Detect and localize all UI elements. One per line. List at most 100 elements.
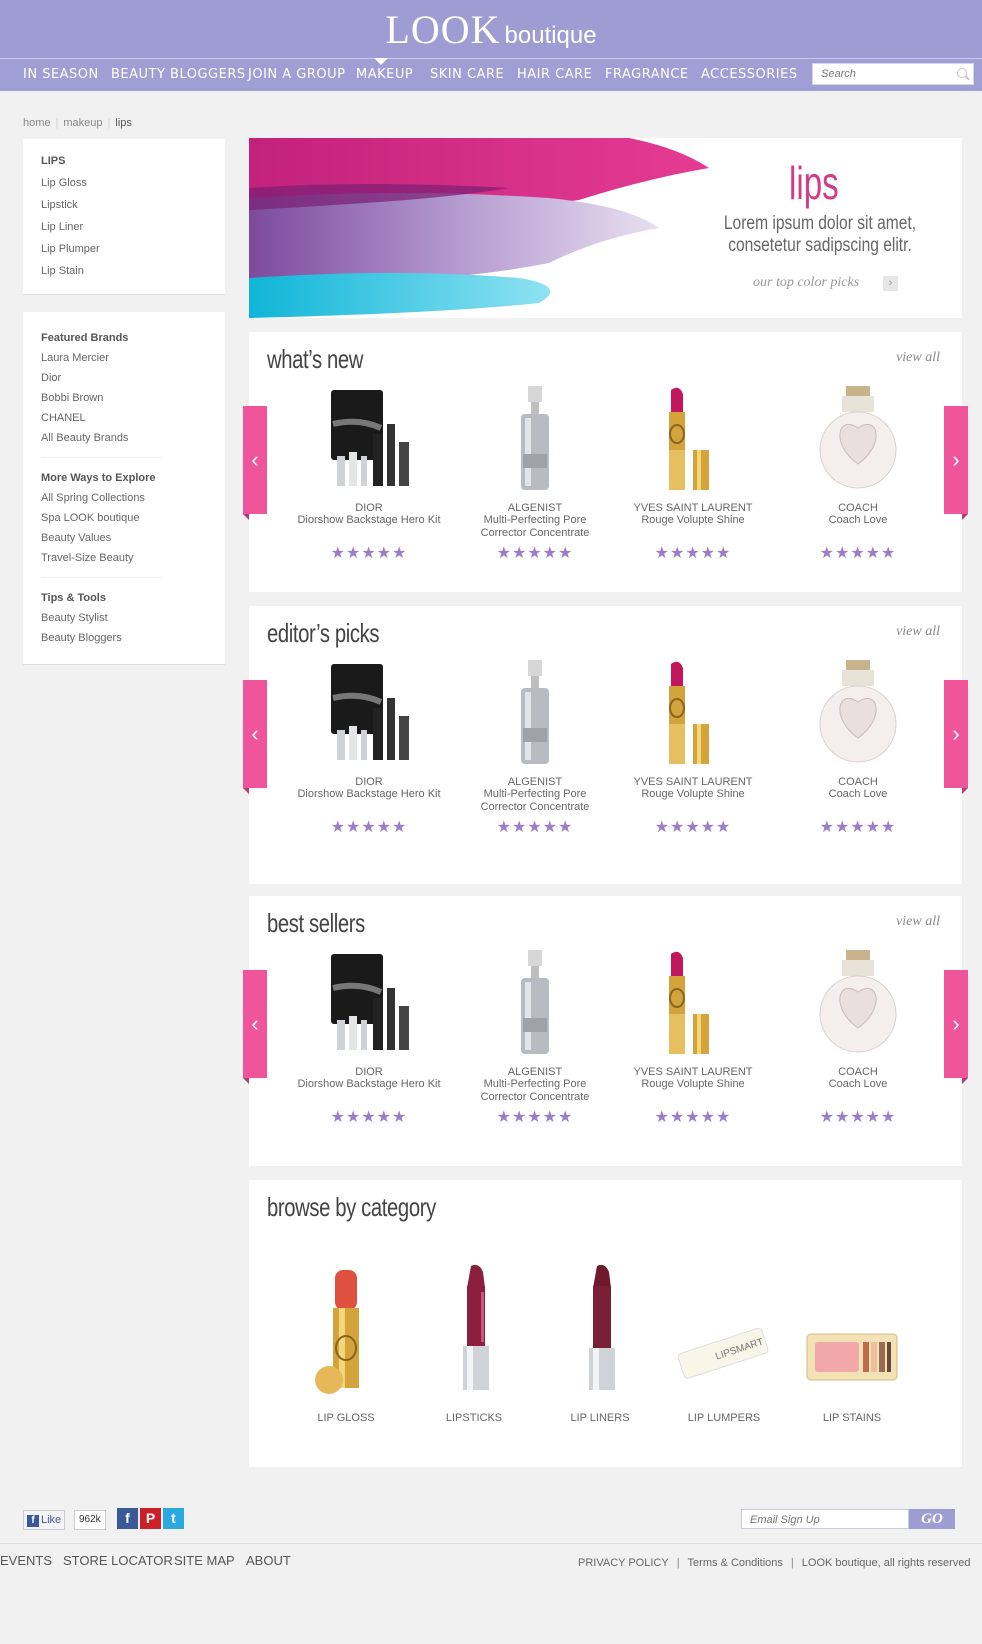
sidebar-link-dior[interactable]: Dior [41, 372, 61, 384]
category-lip-gloss[interactable]: LIP GLOSS [291, 1258, 401, 1424]
star-rating-icon: ★★★★★ [330, 819, 408, 836]
sidebar-heading-featured-brands: Featured Brands [41, 332, 129, 344]
twitter-icon[interactable]: t [163, 1508, 184, 1529]
product-card[interactable]: Yves SAINT LAURENT Rouge Volupte Shine ★★★… [618, 658, 768, 836]
nav-item-accessories[interactable]: ACCESSORIES [701, 59, 798, 91]
sidebar-link-lip-stain[interactable]: Lip Stain [41, 265, 84, 277]
category-lip-liners[interactable]: LIP LINERS [545, 1258, 655, 1424]
sidebar-link-lipstick[interactable]: Lipstick [41, 199, 78, 211]
nav-item-skin-care[interactable]: SKIN CARE [430, 59, 504, 91]
product-card[interactable]: DIOR Diorshow Backstage Hero Kit ★★★★★ [294, 658, 444, 836]
product-brand: Yves SAINT LAURENT [633, 776, 753, 788]
sidebar-link-chanel[interactable]: CHANEL [41, 412, 86, 424]
carousel-prev-button[interactable]: ‹ [243, 680, 267, 794]
sidebar-link-laura-mercier[interactable]: Laura Mercier [41, 352, 109, 364]
carousel-next-button[interactable]: › [944, 680, 968, 794]
chevron-right-icon[interactable]: › [883, 276, 898, 291]
breadcrumb-home[interactable]: home [23, 117, 51, 129]
view-all-link[interactable]: view all [896, 350, 940, 366]
logo-main: LOOK [385, 7, 501, 52]
breadcrumb-current: lips [115, 117, 132, 129]
product-name: Rouge Volupte Shine [641, 788, 745, 800]
sidebar-link-all-beauty-brands[interactable]: All Beauty Brands [41, 432, 128, 444]
facebook-like-count: 962k [74, 1510, 106, 1530]
footer-link-site-map[interactable]: SITE MAP [174, 1553, 235, 1568]
nav-item-in-season[interactable]: IN SEASON [23, 59, 99, 91]
product-card[interactable]: ALGENIST Multi-Perfecting Pore Corrector … [460, 948, 610, 1126]
product-name: Diorshow Backstage Hero Kit [297, 1078, 441, 1090]
carousel-prev-button[interactable]: ‹ [243, 406, 267, 520]
footer-link-about[interactable]: ABOUT [246, 1553, 291, 1568]
nav-item-beauty-bloggers[interactable]: BEAUTY BLOGGERS [111, 59, 246, 91]
sidebar-link-spa[interactable]: Spa LOOK boutique [41, 512, 139, 524]
carousel-next-button[interactable]: › [944, 406, 968, 520]
footer-link-store-locator[interactable]: STORE LOCATOR [63, 1553, 173, 1568]
pinterest-icon[interactable]: P [140, 1508, 161, 1529]
main-nav: IN SEASON BEAUTY BLOGGERS JOIN A GROUP M… [0, 58, 982, 91]
product-card[interactable]: ALGENIST Multi-Perfecting Pore Corrector … [460, 384, 610, 562]
product-card[interactable]: COACH Coach Love ★★★★★ [783, 658, 933, 836]
star-rating-icon: ★★★★★ [819, 545, 897, 562]
email-go-button[interactable]: GO [909, 1509, 955, 1529]
email-signup-input[interactable] [742, 1511, 908, 1529]
star-rating-icon: ★★★★★ [654, 1109, 732, 1126]
privacy-policy-link[interactable]: PRIVACY POLICY [578, 1557, 669, 1569]
nav-item-hair-care[interactable]: HAIR CARE [517, 59, 592, 91]
makeup-kit-icon [294, 384, 444, 492]
sidebar-heading-more-ways: More Ways to Explore [41, 472, 156, 484]
sidebar-link-beauty-stylist[interactable]: Beauty Stylist [41, 612, 108, 624]
sidebar-link-beauty-values[interactable]: Beauty Values [41, 532, 111, 544]
product-brand: ALGENIST [507, 502, 563, 514]
category-lipsticks[interactable]: LIPSTICKS [419, 1258, 529, 1424]
view-all-link[interactable]: view all [896, 624, 940, 640]
footer-link-events[interactable]: EVENTS [0, 1553, 52, 1568]
product-name: Rouge Volupte Shine [641, 514, 745, 526]
serum-bottle-icon [460, 384, 610, 492]
product-brand: ALGENIST [507, 776, 563, 788]
product-card[interactable]: ALGENIST Multi-Perfecting Pore Corrector … [460, 658, 610, 836]
carousel-prev-button[interactable]: ‹ [243, 970, 267, 1084]
search-input[interactable] [813, 64, 959, 84]
category-lip-stains[interactable]: LIP STAINS [797, 1258, 907, 1424]
search-icon[interactable] [957, 68, 967, 78]
product-card[interactable]: COACH Coach Love ★★★★★ [783, 948, 933, 1126]
section-title: what’s new [267, 344, 364, 374]
category-label: LIP LINERS [570, 1412, 630, 1424]
facebook-icon[interactable]: f [117, 1508, 138, 1529]
star-rating-icon: ★★★★★ [330, 1109, 408, 1126]
lipstick-icon [618, 384, 768, 492]
site-header: LOOK boutique IN SEASON BEAUTY BLOGGERS J… [0, 0, 982, 91]
sidebar-link-lip-gloss[interactable]: Lip Gloss [41, 177, 87, 189]
product-card[interactable]: DIOR Diorshow Backstage Hero Kit ★★★★★ [294, 384, 444, 562]
hero-text: Lorem ipsum dolor sit amet, consetetur s… [723, 213, 917, 256]
star-rating-icon: ★★★★★ [496, 1109, 574, 1126]
product-card[interactable]: Yves SAINT LAURENT Rouge Volupte Shine ★★★… [618, 384, 768, 562]
sidebar-link-lip-liner[interactable]: Lip Liner [41, 221, 83, 233]
logo-sub: boutique [504, 22, 597, 49]
product-card[interactable]: DIOR Diorshow Backstage Hero Kit ★★★★★ [294, 948, 444, 1126]
sidebar-link-spring-collections[interactable]: All Spring Collections [41, 492, 145, 504]
nav-item-join-a-group[interactable]: JOIN A GROUP [248, 59, 345, 91]
terms-link[interactable]: Terms & Conditions [688, 1557, 783, 1569]
carousel-next-button[interactable]: › [944, 970, 968, 1084]
nav-item-makeup[interactable]: MAKEUP [356, 59, 413, 91]
view-all-link[interactable]: view all [896, 914, 940, 930]
makeup-kit-icon [294, 948, 444, 1056]
nav-item-fragrance[interactable]: FRAGRANCE [605, 59, 689, 91]
top-color-picks-link[interactable]: our top color picks [753, 275, 859, 291]
logo[interactable]: LOOK boutique [0, 6, 982, 53]
sidebar-link-beauty-bloggers[interactable]: Beauty Bloggers [41, 632, 122, 644]
lip-plumper-tube-icon: LIPSMART [669, 1258, 779, 1398]
breadcrumb-makeup[interactable]: makeup [63, 117, 102, 129]
sidebar-link-travel-size[interactable]: Travel-Size Beauty [41, 552, 134, 564]
section-whats-new: what’s new view all ‹ › DIOR Diorshow Bac… [243, 332, 968, 592]
search-box [812, 63, 974, 85]
facebook-like-button[interactable]: f Like [23, 1510, 65, 1530]
sidebar-link-bobbi-brown[interactable]: Bobbi Brown [41, 392, 103, 404]
sidebar-link-lip-plumper[interactable]: Lip Plumper [41, 243, 100, 255]
product-name: Coach Love [828, 1078, 888, 1090]
category-label: LIP LUMPERS [687, 1412, 761, 1424]
category-lip-lumpers[interactable]: LIPSMART LIP LUMPERS [669, 1258, 779, 1424]
product-card[interactable]: Yves SAINT LAURENT Rouge Volupte Shine ★★★… [618, 948, 768, 1126]
product-card[interactable]: COACH Coach Love ★★★★★ [783, 384, 933, 562]
